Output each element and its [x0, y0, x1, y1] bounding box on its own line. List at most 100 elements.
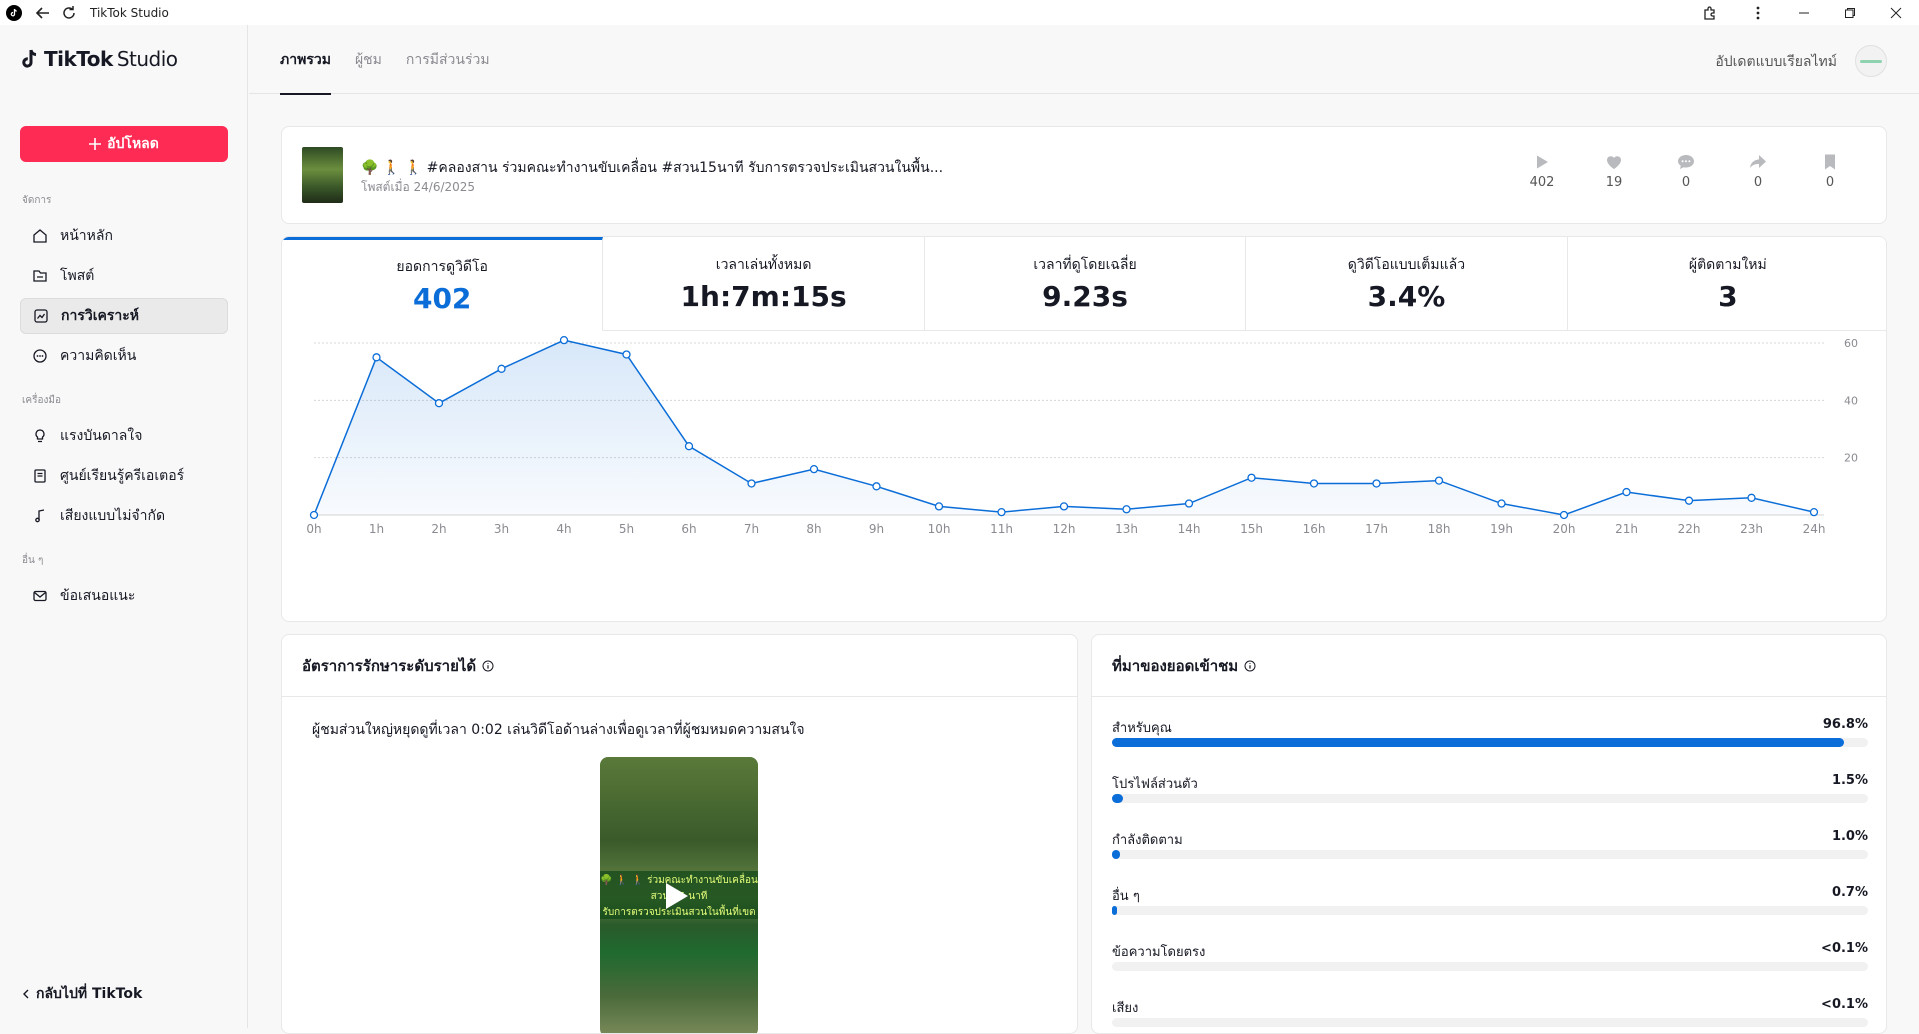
- section-label-tools: เครื่องมือ: [22, 395, 61, 406]
- sidebar-item-label: หน้าหลัก: [60, 228, 113, 244]
- tab-viewers[interactable]: ผู้ชม: [355, 25, 382, 94]
- close-icon[interactable]: [1873, 0, 1919, 25]
- data-point: [622, 350, 631, 359]
- data-point: [1247, 473, 1256, 482]
- traffic-source-bar-fill: [1112, 850, 1120, 859]
- metric-tab-avg-watch-time[interactable]: เวลาที่ดูโดยเฉลี่ย 9.23s: [924, 237, 1247, 331]
- metric-value: 3.4%: [1367, 280, 1446, 313]
- refresh-icon[interactable]: [58, 2, 80, 24]
- sidebar-item-feedback[interactable]: ข้อเสนอแนะ: [20, 578, 228, 614]
- data-point: [1747, 493, 1756, 502]
- y-tick-label: 40: [1844, 394, 1858, 407]
- x-tick-label: 12h: [1053, 522, 1076, 536]
- traffic-source-percent: <0.1%: [1821, 941, 1868, 956]
- restore-icon[interactable]: [1827, 0, 1873, 25]
- traffic-source-bar-track: [1112, 738, 1868, 747]
- sidebar-item-label: โพสต์: [60, 268, 95, 284]
- x-tick-label: 16h: [1303, 522, 1326, 536]
- views-area-fill: [314, 340, 1814, 515]
- likes-stat: 19: [1578, 153, 1650, 190]
- tab-overview[interactable]: ภาพรวม: [280, 25, 331, 95]
- upload-button-label: อัปโหลด: [107, 136, 159, 152]
- sidebar-item-creator-academy[interactable]: ศูนย์เรียนรู้ครีเอเตอร์: [20, 458, 228, 494]
- traffic-header: ที่มาของยอดเข้าชม: [1092, 635, 1886, 697]
- avatar[interactable]: [1855, 45, 1887, 77]
- views-stat: 402: [1506, 153, 1578, 190]
- x-tick-label: 24h: [1803, 522, 1826, 536]
- info-icon[interactable]: [482, 660, 494, 672]
- data-point: [934, 502, 944, 511]
- back-to-tiktok-link[interactable]: กลับไปที่ TikTok: [22, 983, 142, 1005]
- shares-count: 0: [1753, 175, 1763, 190]
- play-icon[interactable]: [666, 883, 688, 909]
- video-thumbnail[interactable]: [302, 147, 343, 203]
- sidebar-item-label: ศูนย์เรียนรู้ครีเอเตอร์: [60, 468, 185, 484]
- more-menu-icon[interactable]: [1735, 0, 1781, 25]
- x-tick-label: 19h: [1490, 522, 1513, 536]
- sidebar-item-analytics[interactable]: การวิเคราะห์: [20, 298, 228, 334]
- sidebar-item-posts[interactable]: โพสต์: [20, 258, 228, 294]
- x-tick-label: 17h: [1365, 522, 1388, 536]
- back-arrow-icon[interactable]: [32, 2, 54, 24]
- traffic-source-bar-fill: [1112, 1018, 1115, 1027]
- metric-tab-total-play-time[interactable]: เวลาเล่นทั้งหมด 1h:7m:15s: [603, 237, 925, 331]
- metric-tab-new-followers[interactable]: ผู้ติดตามใหม่ 3: [1567, 237, 1886, 331]
- x-tick-label: 22h: [1678, 522, 1701, 536]
- sidebar-item-unlimited-sounds[interactable]: เสียงแบบไม่จำกัด: [20, 498, 228, 534]
- window-title: TikTok Studio: [90, 5, 169, 20]
- metric-label: เวลาเล่นทั้งหมด: [715, 257, 812, 273]
- data-point: [434, 399, 444, 408]
- traffic-source-card: ที่มาของยอดเข้าชม สำหรับคุณ 96.8% โปรไฟล์ส…: [1091, 634, 1887, 1034]
- shares-stat: 0: [1722, 153, 1794, 190]
- tiktok-logo-icon: [22, 49, 37, 68]
- sidebar-item-label: แรงบันดาลใจ: [60, 428, 143, 444]
- video-summary-card: 🌳 🚶 🚶 #คลองสาน ร่วมคณะทำงานขับเคลื่อน #ส…: [281, 126, 1887, 224]
- lightbulb-icon: [35, 429, 45, 443]
- extensions-icon[interactable]: [1695, 0, 1725, 25]
- info-icon[interactable]: [1244, 660, 1256, 672]
- traffic-source-bar-track: [1112, 794, 1868, 803]
- traffic-source-bar-track: [1112, 850, 1868, 859]
- data-point: [1372, 479, 1381, 488]
- data-point: [997, 507, 1006, 517]
- traffic-source-label: อื่น ๆ: [1112, 889, 1140, 904]
- x-tick-label: 15h: [1240, 522, 1263, 536]
- sidebar-item-inspiration[interactable]: แรงบันดาลใจ: [20, 418, 228, 454]
- x-tick-label: 11h: [990, 522, 1013, 536]
- x-tick-label: 23h: [1740, 522, 1763, 536]
- sidebar-item-label: ข้อเสนอแนะ: [60, 588, 136, 604]
- y-tick-label: 20: [1844, 452, 1858, 465]
- traffic-source-bar-track: [1112, 962, 1868, 971]
- metric-tabs: ยอดการดูวิดีโอ 402 เวลาเล่นทั้งหมด 1h:7m…: [282, 237, 1886, 331]
- tab-engagement[interactable]: การมีส่วนร่วม: [406, 25, 490, 94]
- traffic-source-bar-track: [1112, 906, 1868, 915]
- realtime-update-link[interactable]: อัปเดตแบบเรียลไทม์: [1715, 51, 1837, 73]
- heart-icon: [1607, 156, 1621, 169]
- data-point: [1309, 479, 1319, 488]
- traffic-source-percent: 96.8%: [1822, 717, 1868, 732]
- video-title[interactable]: 🌳 🚶 🚶 #คลองสาน ร่วมคณะทำงานขับเคลื่อน #ส…: [361, 157, 943, 179]
- data-point: [1559, 510, 1569, 520]
- mail-icon: [33, 590, 47, 602]
- metric-label: ดูวิดีโอแบบเต็มแล้ว: [1347, 257, 1466, 273]
- sidebar-item-comments[interactable]: ความคิดเห็น: [20, 338, 228, 374]
- comments-stat: 0: [1650, 153, 1722, 190]
- metric-tab-video-views[interactable]: ยอดการดูวิดีโอ 402: [282, 237, 604, 331]
- data-point: [309, 510, 319, 520]
- metric-value: 402: [412, 281, 472, 315]
- x-tick-label: 20h: [1553, 522, 1576, 536]
- tiktok-app-icon: [6, 4, 22, 21]
- views-line-chart: 20 40 60 0h 1h 2h 3h 4h 5h 6h 7h 8h 9h 10h 11h 12h 13h 14…: [306, 335, 1858, 536]
- brand-logo[interactable]: TikTok Studio: [20, 47, 178, 71]
- sidebar-item-home[interactable]: หน้าหลัก: [20, 218, 228, 254]
- x-tick-label: 5h: [619, 522, 634, 536]
- metric-tab-watched-full[interactable]: ดูวิดีโอแบบเต็มแล้ว 3.4%: [1246, 237, 1568, 331]
- data-point: [1059, 502, 1069, 511]
- section-label-other: อื่น ๆ: [22, 555, 44, 566]
- minimize-icon[interactable]: [1781, 0, 1827, 25]
- retention-title: อัตราการรักษาระดับรายได้: [302, 656, 477, 675]
- retention-video-player[interactable]: 🌳 🚶 🚶 ร่วมคณะทำงานขับเคลื่อน สวน 15 นาที…: [600, 757, 758, 1033]
- upload-button[interactable]: อัปโหลด: [20, 126, 228, 162]
- comments-count: 0: [1681, 175, 1691, 190]
- traffic-source-label: กำลังติดตาม: [1112, 833, 1183, 848]
